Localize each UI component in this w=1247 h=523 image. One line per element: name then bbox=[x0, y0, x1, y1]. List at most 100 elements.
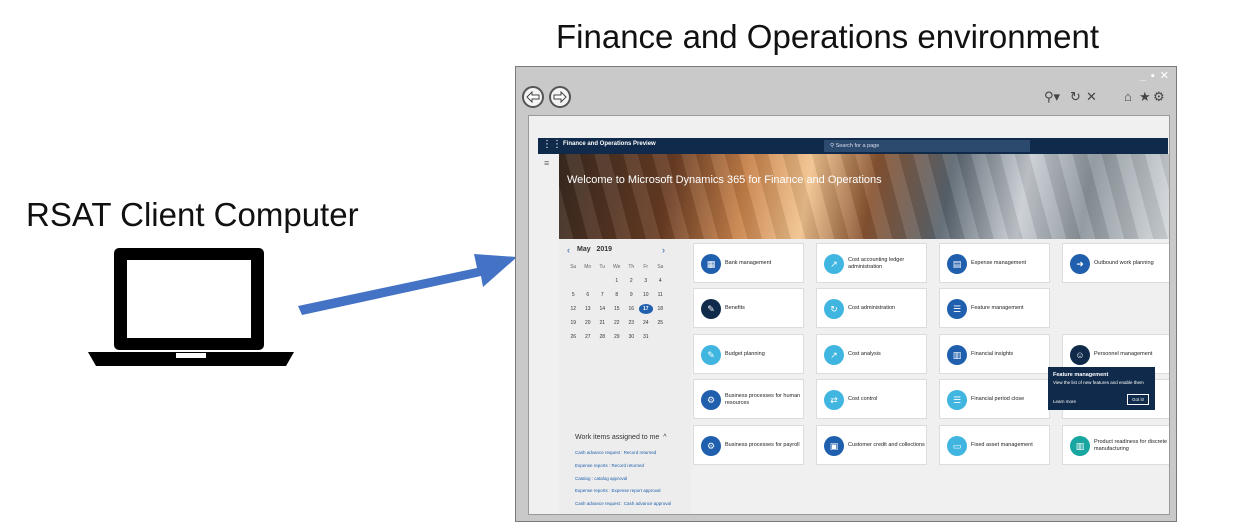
forward-button[interactable] bbox=[549, 86, 571, 108]
tile-label: Cost analysis bbox=[848, 351, 881, 358]
hamburger-menu-icon[interactable]: ≡ bbox=[544, 158, 549, 168]
workspace-tile[interactable]: ✎ Budget planning bbox=[693, 334, 804, 374]
page-search-box[interactable]: ⚲ Search for a page bbox=[824, 140, 1030, 152]
work-item-link[interactable]: Expense reports : Expense report approva… bbox=[575, 488, 671, 501]
calendar-day[interactable]: 21 bbox=[595, 318, 610, 328]
back-button[interactable] bbox=[522, 86, 544, 108]
calendar-day[interactable]: 10 bbox=[639, 290, 654, 300]
calendar-day[interactable]: 23 bbox=[624, 318, 639, 328]
process-icon: ⚙ bbox=[701, 390, 721, 410]
workspace-tile[interactable]: ⚙ Business processes for human resources bbox=[693, 379, 804, 419]
people-icon: ☺ bbox=[1070, 345, 1090, 365]
calendar-day[interactable]: 24 bbox=[639, 318, 654, 328]
calendar-day[interactable]: 4 bbox=[653, 276, 668, 286]
calendar-day[interactable]: 11 bbox=[653, 290, 668, 300]
calendar-day[interactable]: 28 bbox=[595, 332, 610, 342]
workspace-tile[interactable]: ▦ Bank management bbox=[693, 243, 804, 283]
calendar-weekday: Sa bbox=[657, 264, 664, 270]
calendar-day[interactable]: 5 bbox=[566, 290, 581, 300]
tile-label: Cost administration bbox=[848, 305, 896, 312]
refresh-icon[interactable]: ↻ bbox=[1070, 89, 1081, 105]
hero-banner: Welcome to Microsoft Dynamics 365 for Fi… bbox=[559, 154, 1169, 239]
forward-arrow-icon bbox=[553, 91, 567, 103]
workspace-tile[interactable]: ↗ Cost analysis bbox=[816, 334, 927, 374]
calendar-day[interactable]: 19 bbox=[566, 318, 581, 328]
calendar-day[interactable]: 7 bbox=[595, 290, 610, 300]
list-icon: ☰ bbox=[947, 390, 967, 410]
asset-icon: ▭ bbox=[947, 436, 967, 456]
calendar-day[interactable]: 25 bbox=[653, 318, 668, 328]
calendar-day[interactable]: 9 bbox=[624, 290, 639, 300]
favorites-icon[interactable]: ★ bbox=[1139, 89, 1151, 105]
ledger-icon: ↗ bbox=[824, 254, 844, 274]
laptop-icon bbox=[88, 248, 294, 366]
workspace-tile[interactable]: ▭ Fixed asset management bbox=[939, 425, 1050, 465]
calendar-header: May 2019 bbox=[577, 246, 612, 253]
calendar-day[interactable]: 29 bbox=[610, 332, 625, 342]
tile-label: Cost control bbox=[848, 396, 878, 403]
calendar-day[interactable]: 13 bbox=[581, 304, 596, 314]
callout-description: View the list of new features and enable… bbox=[1053, 380, 1144, 385]
work-item-link[interactable]: Cash advance request : Cash advance appr… bbox=[575, 501, 671, 514]
workspace-tile[interactable]: ▥ Financial insights bbox=[939, 334, 1050, 374]
work-items-title-text: Work items assigned to me bbox=[575, 434, 660, 441]
workspace-tile[interactable]: ▤ Expense management bbox=[939, 243, 1050, 283]
workspace-tile[interactable]: ✎ Benefits bbox=[693, 288, 804, 328]
calendar-day[interactable]: 22 bbox=[610, 318, 625, 328]
calendar-day[interactable]: 30 bbox=[624, 332, 639, 342]
calendar-day[interactable]: 6 bbox=[581, 290, 596, 300]
chevron-up-icon[interactable]: ^ bbox=[661, 434, 666, 441]
work-item-link[interactable]: Approve travel requisition bbox=[575, 514, 671, 515]
calendar-grid: Su Mo Tu We Th Fr Sa 1 2 3 4 5 6 7 8 9 10 11 12 13 14 15 16 17 1… bbox=[566, 262, 678, 342]
workspace-tile[interactable]: ⇄ Cost control bbox=[816, 379, 927, 419]
workspace-tile[interactable]: ▥ Product readiness for discrete manufact… bbox=[1062, 425, 1169, 465]
workspace-tile[interactable]: ➜ Outbound work planning bbox=[1062, 243, 1169, 283]
tile-label: Expense management bbox=[971, 260, 1027, 267]
work-item-link[interactable]: Cash advance request : Record returned bbox=[575, 450, 671, 463]
workspace-tile[interactable]: ↗ Cost accounting ledger administration bbox=[816, 243, 927, 283]
calendar-day[interactable]: 14 bbox=[595, 304, 610, 314]
calendar-day[interactable]: 17 bbox=[638, 304, 653, 314]
window-controls[interactable]: _ ▪ ✕ bbox=[1140, 69, 1170, 82]
calendar-day[interactable]: 26 bbox=[566, 332, 581, 342]
workspace-tile[interactable]: ☰ Financial period close bbox=[939, 379, 1050, 419]
calendar-day[interactable]: 27 bbox=[581, 332, 596, 342]
workspace-tile[interactable]: ⚙ Business processes for payroll bbox=[693, 425, 804, 465]
workspace-tile[interactable]: ☰ Feature management bbox=[939, 288, 1050, 328]
calendar-day[interactable]: 3 bbox=[639, 276, 654, 286]
callout-got-it-button[interactable]: Got it! bbox=[1127, 394, 1149, 405]
calendar-day[interactable]: 16 bbox=[624, 304, 639, 314]
calendar-day[interactable]: 12 bbox=[566, 304, 581, 314]
browser-window: _ ▪ ✕ ⚲▾ ↻ ✕ ⌂ ★ ⚙ ⋮⋮ Finance and Operat… bbox=[515, 66, 1177, 522]
calendar-day[interactable]: 1 bbox=[610, 276, 625, 286]
settings-icon[interactable]: ⚙ bbox=[1153, 89, 1165, 105]
calendar-prev-icon[interactable]: ‹ bbox=[567, 245, 570, 255]
tile-label: Financial period close bbox=[971, 396, 1025, 403]
tile-label: Cost accounting ledger administration bbox=[848, 256, 905, 270]
calendar-day[interactable]: 18 bbox=[653, 304, 668, 314]
workspace-tile[interactable]: ↻ Cost administration bbox=[816, 288, 927, 328]
work-item-link[interactable]: Catalog : catalog approval bbox=[575, 476, 671, 489]
calendar-next-icon[interactable]: › bbox=[662, 245, 665, 255]
cost-icon: ↻ bbox=[824, 299, 844, 319]
calendar-day[interactable]: 15 bbox=[610, 304, 625, 314]
calendar-day[interactable]: 31 bbox=[639, 332, 654, 342]
stop-icon[interactable]: ✕ bbox=[1086, 89, 1097, 105]
home-icon[interactable]: ⌂ bbox=[1124, 89, 1132, 104]
tile-label: Business processes for human resources bbox=[725, 392, 801, 406]
calendar-weekday: We bbox=[613, 264, 621, 270]
tile-label: Feature management bbox=[971, 305, 1024, 312]
app-launcher-icon[interactable]: ⋮⋮ bbox=[542, 139, 562, 150]
workspace-tile[interactable]: ▣ Customer credit and collections bbox=[816, 425, 927, 465]
back-arrow-icon bbox=[526, 91, 540, 103]
feature-management-callout: Feature management View the list of new … bbox=[1048, 367, 1155, 410]
calendar-day[interactable]: 2 bbox=[624, 276, 639, 286]
callout-learn-more[interactable]: Learn more bbox=[1053, 399, 1076, 404]
list-icon: ☰ bbox=[947, 299, 967, 319]
work-item-link[interactable]: Expense reports : Record returned bbox=[575, 463, 671, 476]
search-box-placeholder: Search for a page bbox=[835, 143, 880, 149]
calendar-day[interactable]: 20 bbox=[581, 318, 596, 328]
calendar-weekday: Th bbox=[628, 264, 635, 270]
search-icon[interactable]: ⚲▾ bbox=[1044, 89, 1060, 105]
calendar-day[interactable]: 8 bbox=[610, 290, 625, 300]
